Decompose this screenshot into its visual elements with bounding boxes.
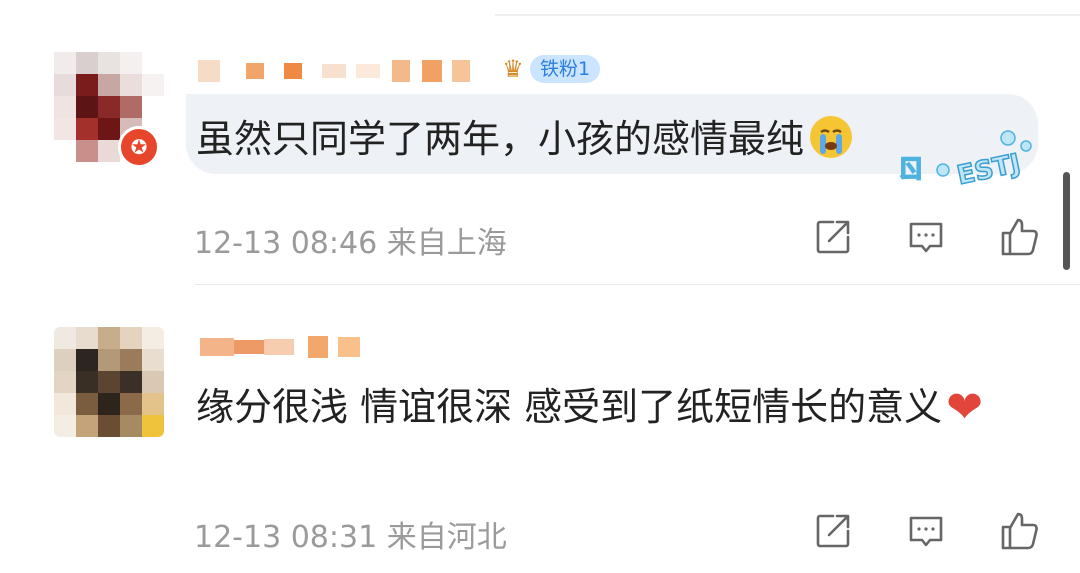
comment-text: 缘分很浅 情谊很深 感受到了纸短情长的意义❤ bbox=[196, 376, 1026, 439]
comment-text: 虽然只同学了两年，小孩的感情最纯 bbox=[196, 108, 853, 163]
comment-item: ✪ ♛ 铁粉1 虽然只同学了两年，小孩的感情最纯 ㄖ ESTJ 12-13 08… bbox=[0, 0, 1080, 284]
fan-badge[interactable]: ♛ 铁粉1 bbox=[498, 53, 601, 85]
crown-icon: ♛ bbox=[502, 55, 524, 83]
share-icon[interactable] bbox=[808, 212, 858, 262]
comment-actions bbox=[808, 506, 1048, 556]
verified-star-icon: ✪ bbox=[118, 126, 160, 168]
fan-badge-label: 铁粉1 bbox=[530, 55, 601, 83]
comment-text-content: 虽然只同学了两年，小孩的感情最纯 bbox=[196, 117, 805, 161]
red-heart-icon: ❤ bbox=[946, 382, 984, 433]
scrollbar[interactable] bbox=[1063, 172, 1070, 270]
comment-location: 来自上海 bbox=[386, 226, 507, 261]
comment-location: 来自河北 bbox=[386, 520, 507, 555]
comment-actions bbox=[808, 212, 1048, 262]
comment-meta: 12-13 08:31 来自河北 bbox=[194, 512, 507, 556]
avatar[interactable] bbox=[54, 327, 164, 437]
share-icon[interactable] bbox=[808, 506, 858, 556]
comment-meta: 12-13 08:46 来自上海 bbox=[194, 218, 507, 262]
estj-sticker: ㄖ ESTJ bbox=[898, 126, 1048, 186]
crying-face-icon bbox=[810, 116, 853, 158]
comment-text-content: 缘分很浅 情谊很深 感受到了纸短情长的意义 bbox=[196, 385, 943, 429]
username-blurred[interactable] bbox=[198, 54, 470, 88]
like-icon[interactable] bbox=[994, 506, 1044, 556]
comment-time: 12-13 08:31 bbox=[194, 520, 378, 555]
username-blurred[interactable] bbox=[200, 330, 360, 364]
comment-icon[interactable] bbox=[901, 212, 951, 262]
comment-icon[interactable] bbox=[901, 506, 951, 556]
svg-text:ㄖ: ㄖ bbox=[898, 155, 924, 185]
like-icon[interactable] bbox=[994, 212, 1044, 262]
sticker-text: ESTJ bbox=[954, 149, 1023, 186]
comment-time: 12-13 08:46 bbox=[194, 226, 378, 261]
